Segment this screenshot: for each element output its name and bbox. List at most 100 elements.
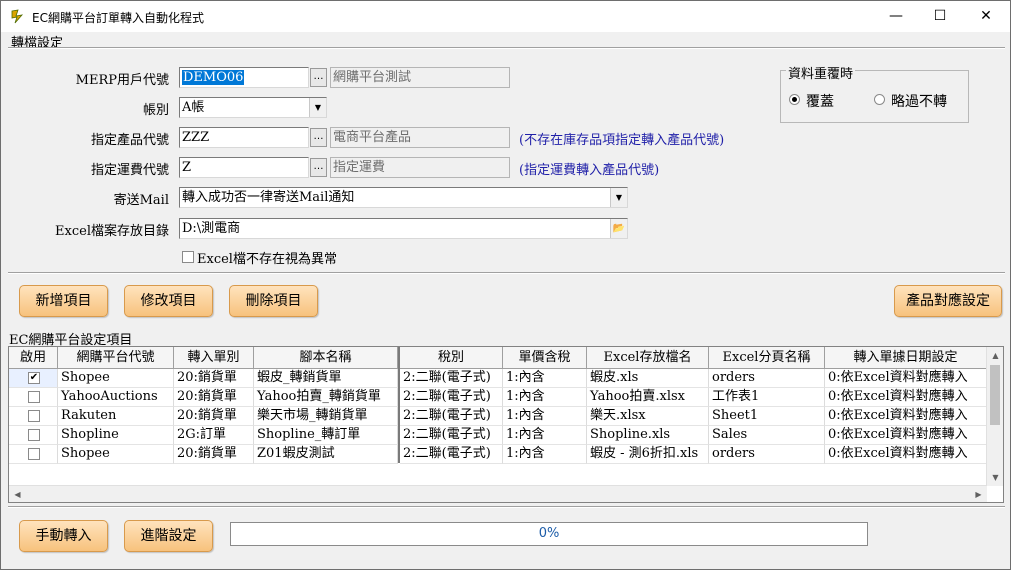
table-cell[interactable]: 20:銷貨單 [174,369,254,388]
table-cell[interactable]: 樂天市場_轉銷貨單 [254,407,398,426]
merp-user-lookup-button[interactable]: … [310,68,327,87]
col-header-platform[interactable]: 網購平台代號 [58,347,174,369]
excel-dir-input[interactable]: D:\測電商 📂 [179,218,628,239]
platform-grid[interactable]: 啟用 網購平台代號 轉入單別 腳本名稱 稅別 單價含稅 Excel存放檔名 Ex… [8,346,1004,503]
table-cell[interactable]: 1:內含 [503,369,587,388]
table-cell[interactable]: Z01蝦皮測試 [254,445,398,464]
row-enabled-checkbox[interactable] [28,410,40,422]
row-enabled-checkbox[interactable] [28,429,40,441]
table-cell[interactable]: 0:依Excel資料對應轉入 [825,445,987,464]
table-cell[interactable]: orders [709,369,825,388]
send-mail-label: 寄送Mail [113,193,169,208]
table-cell[interactable]: 2G:訂單 [174,426,254,445]
table-cell[interactable]: YahooAuctions [58,388,174,407]
delete-item-button[interactable]: 刪除項目 [229,285,318,317]
minimize-button[interactable]: — [873,1,919,32]
col-header-tax[interactable]: 稅別 [400,347,503,369]
table-cell[interactable]: 20:銷貨單 [174,445,254,464]
close-button[interactable]: ✕ [963,1,1009,32]
table-row-enabled-cell[interactable]: ✔ [9,369,58,388]
account-select[interactable]: A帳 ▼ [179,97,327,118]
table-row-enabled-cell[interactable] [9,407,58,426]
col-header-price-tax[interactable]: 單價含稅 [503,347,587,369]
table-cell[interactable]: orders [709,445,825,464]
table-cell[interactable]: 1:內含 [503,445,587,464]
table-cell[interactable]: 2:二聯(電子式) [400,426,503,445]
table-cell[interactable]: 1:內含 [503,407,587,426]
maximize-button[interactable]: ☐ [917,1,963,32]
table-cell[interactable]: 20:銷貨單 [174,388,254,407]
horizontal-scrollbar[interactable]: ◀ ▶ [9,485,987,502]
table-cell[interactable]: Sales [709,426,825,445]
col-header-excel-sheet[interactable]: Excel分頁名稱 [709,347,825,369]
excel-dir-label: Excel檔案存放目錄 [55,224,169,239]
skip-label: 略過不轉 [891,94,947,110]
excel-missing-checkbox[interactable] [182,251,194,263]
freight-code-label: 指定運費代號 [90,163,169,178]
scroll-down-icon[interactable]: ▼ [987,469,1003,486]
edit-item-button[interactable]: 修改項目 [124,285,213,317]
col-header-date-setting[interactable]: 轉入單據日期設定 [825,347,987,369]
table-cell[interactable]: Shopline.xls [587,426,709,445]
vertical-scroll-thumb[interactable] [990,365,1000,425]
table-cell[interactable]: 0:依Excel資料對應轉入 [825,407,987,426]
col-header-excel-file[interactable]: Excel存放檔名 [587,347,709,369]
overwrite-label: 覆蓋 [806,94,834,110]
manual-import-button[interactable]: 手動轉入 [19,520,108,552]
send-mail-dropdown-icon[interactable]: ▼ [610,188,627,207]
table-cell[interactable]: Shopee [58,369,174,388]
row-enabled-checkbox[interactable]: ✔ [28,372,40,384]
overwrite-radio[interactable] [789,94,800,105]
col-header-doc-type[interactable]: 轉入單別 [174,347,254,369]
freight-code-lookup-button[interactable]: … [310,158,327,177]
table-cell[interactable]: 2:二聯(電子式) [400,407,503,426]
table-cell[interactable]: 0:依Excel資料對應轉入 [825,388,987,407]
table-row-enabled-cell[interactable] [9,445,58,464]
table-cell[interactable]: 2:二聯(電子式) [400,445,503,464]
scroll-right-icon[interactable]: ▶ [970,486,987,502]
table-cell[interactable]: 2:二聯(電子式) [400,388,503,407]
table-cell[interactable]: Shopline_轉訂單 [254,426,398,445]
table-cell[interactable]: 0:依Excel資料對應轉入 [825,369,987,388]
table-cell[interactable]: 0:依Excel資料對應轉入 [825,426,987,445]
product-code-input[interactable]: ZZZ [179,127,309,148]
product-code-lookup-button[interactable]: … [310,128,327,147]
freight-code-input[interactable]: Z [179,157,309,178]
scroll-left-icon[interactable]: ◀ [9,486,26,502]
table-cell[interactable]: 蝦皮_轉銷貨單 [254,369,398,388]
product-code-description: 電商平台產品 [330,127,510,148]
freight-code-note: (指定運費轉入產品代號) [519,163,660,178]
product-mapping-button[interactable]: 產品對應設定 [894,285,1002,317]
row-enabled-checkbox[interactable] [28,448,40,460]
folder-icon[interactable]: 📂 [610,219,627,238]
table-cell[interactable]: 1:內含 [503,426,587,445]
table-cell[interactable]: Shopee [58,445,174,464]
table-cell[interactable]: 20:銷貨單 [174,407,254,426]
table-cell[interactable]: Yahoo拍賣.xlsx [587,388,709,407]
table-cell[interactable]: Sheet1 [709,407,825,426]
scroll-up-icon[interactable]: ▲ [987,347,1003,364]
send-mail-select[interactable]: 轉入成功否一律寄送Mail通知 ▼ [179,187,628,208]
table-cell[interactable]: 2:二聯(電子式) [400,369,503,388]
add-item-button[interactable]: 新增項目 [19,285,108,317]
table-cell[interactable]: 工作表1 [709,388,825,407]
table-cell[interactable]: 樂天.xlsx [587,407,709,426]
freight-code-description: 指定運費 [330,157,510,178]
account-dropdown-icon[interactable]: ▼ [309,98,326,117]
product-code-note: (不存在庫存品項指定轉入產品代號) [519,133,725,148]
vertical-scrollbar[interactable]: ▲ ▼ [986,347,1003,486]
table-row-enabled-cell[interactable] [9,426,58,445]
row-enabled-checkbox[interactable] [28,391,40,403]
skip-radio[interactable] [874,94,885,105]
merp-user-input[interactable]: DEMO06 [179,67,309,88]
table-cell[interactable]: Rakuten [58,407,174,426]
table-cell[interactable]: 1:內含 [503,388,587,407]
table-cell[interactable]: 蝦皮 - 測6折扣.xls [587,445,709,464]
col-header-enabled[interactable]: 啟用 [9,347,58,369]
advanced-settings-button[interactable]: 進階設定 [124,520,213,552]
table-cell[interactable]: Yahoo拍賣_轉銷貨單 [254,388,398,407]
table-row-enabled-cell[interactable] [9,388,58,407]
table-cell[interactable]: Shopline [58,426,174,445]
col-header-script[interactable]: 腳本名稱 [254,347,398,369]
table-cell[interactable]: 蝦皮.xls [587,369,709,388]
